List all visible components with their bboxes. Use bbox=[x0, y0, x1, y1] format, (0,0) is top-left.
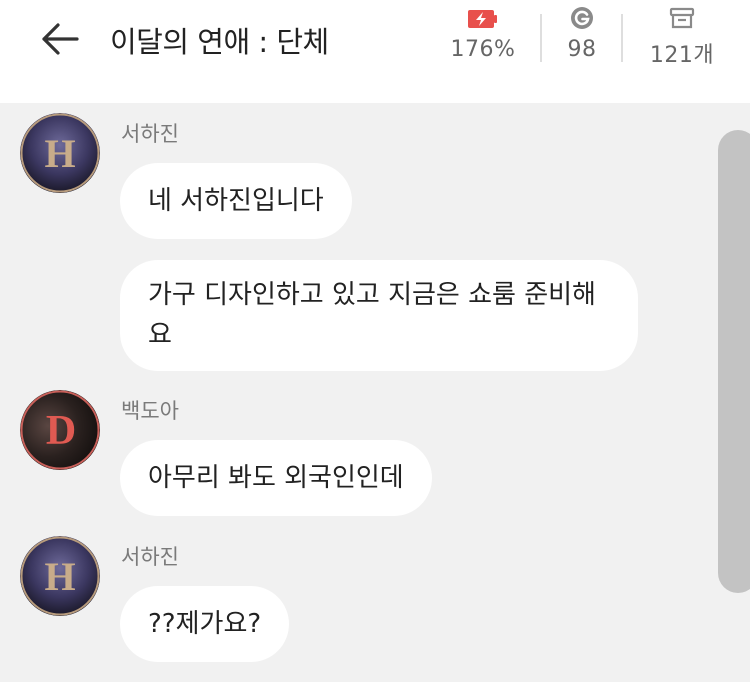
back-button[interactable] bbox=[40, 22, 80, 56]
battery-value: 176% bbox=[450, 37, 516, 62]
message-bubble[interactable]: 네 서하진입니다 bbox=[120, 163, 352, 239]
avatar[interactable]: D bbox=[20, 390, 100, 470]
message-bubble[interactable]: ??제가요? bbox=[120, 586, 290, 662]
archive-value: 121개 bbox=[649, 43, 715, 68]
avatar[interactable]: H bbox=[20, 536, 100, 616]
g-coin-icon bbox=[556, 6, 608, 32]
arrow-left-icon bbox=[42, 23, 79, 55]
coin-value: 98 bbox=[567, 37, 597, 62]
battery-stat[interactable]: 176% bbox=[446, 6, 520, 66]
chat-title: 이달의 연애 : 단체 bbox=[110, 25, 329, 59]
message-bubble[interactable]: 아무리 봐도 외국인인데 bbox=[120, 440, 432, 516]
avatar[interactable]: H bbox=[20, 113, 100, 193]
sender-name: 서하진 bbox=[121, 122, 179, 146]
archive-box-icon bbox=[642, 6, 722, 32]
scrollbar-thumb[interactable] bbox=[718, 130, 750, 593]
divider bbox=[540, 14, 542, 62]
sender-name: 백도아 bbox=[121, 399, 179, 423]
avatar-letter: H bbox=[44, 131, 75, 176]
sender-name: 서하진 bbox=[121, 545, 179, 569]
archive-stat[interactable]: 121개 bbox=[642, 6, 722, 68]
coin-stat[interactable]: 98 bbox=[556, 6, 608, 66]
avatar-letter: D bbox=[46, 408, 76, 454]
message-bubble[interactable]: 가구 디자인하고 있고 지금은 쇼룸 준비해요 bbox=[120, 260, 638, 371]
divider bbox=[621, 14, 623, 62]
battery-charging-icon bbox=[446, 6, 520, 32]
avatar-letter: H bbox=[44, 554, 75, 599]
chat-header: 이달의 연애 : 단체 176% 98 121개 bbox=[0, 0, 750, 103]
